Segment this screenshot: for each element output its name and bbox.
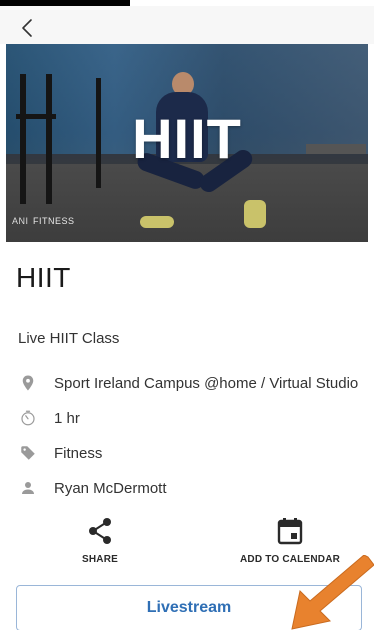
duration-text: 1 hr [54, 409, 80, 427]
calendar-icon [277, 518, 303, 545]
chevron-left-icon [22, 19, 32, 37]
location-pin-icon [18, 373, 38, 393]
page-title: HIIT [16, 262, 71, 293]
top-bar [0, 6, 374, 44]
instructor-text: Ryan McDermott [54, 479, 167, 497]
category-text: Fitness [54, 444, 103, 462]
instructor-row: Ryan McDermott [18, 477, 167, 499]
hero-caption-text: FITNESS [33, 216, 75, 226]
hero-overlay-title: HIIT [132, 107, 242, 170]
location-row: Sport Ireland Campus @home / Virtual Stu… [18, 372, 358, 394]
hero-person [244, 200, 266, 228]
annotation-arrow-icon [291, 555, 374, 630]
event-subtitle: Live HIIT Class [18, 330, 120, 347]
hero-caption: ANI FITNESS [12, 216, 75, 226]
timer-icon [18, 408, 38, 428]
back-button[interactable] [16, 16, 40, 40]
duration-row: 1 hr [18, 407, 80, 429]
share-label: SHARE [82, 554, 119, 565]
hero-caption-prefix: ANI [12, 216, 29, 226]
category-row: Fitness [18, 442, 102, 464]
hero-person [140, 216, 174, 228]
tag-icon [18, 443, 38, 463]
share-icon [89, 518, 111, 544]
location-text: Sport Ireland Campus @home / Virtual Stu… [54, 374, 359, 392]
share-button[interactable]: SHARE [82, 516, 118, 565]
person-icon [18, 478, 38, 498]
hero-image: HIIT ANI FITNESS [6, 44, 368, 242]
livestream-label: Livestream [146, 599, 232, 616]
